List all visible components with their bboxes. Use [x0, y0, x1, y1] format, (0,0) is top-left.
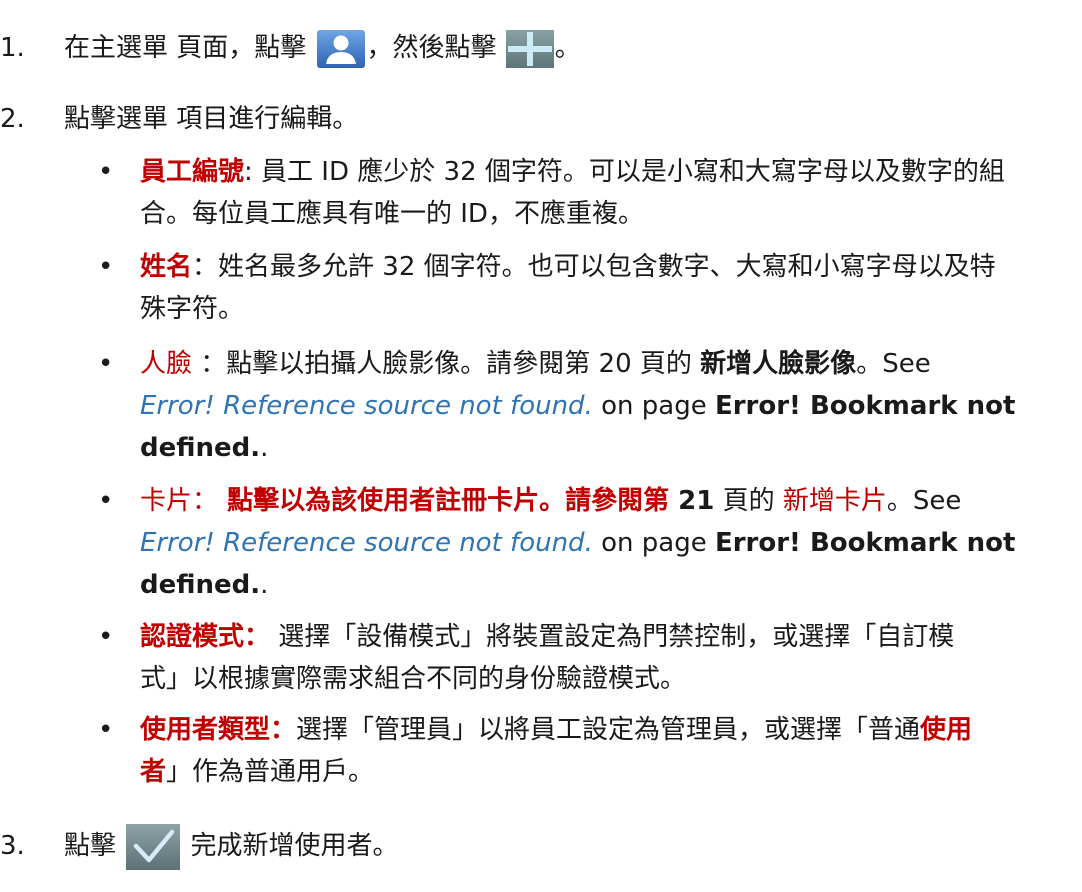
- bullet-line: 認證模式： 選擇「設備模式」將裝置設定為門禁控制，或選擇「自訂模: [140, 616, 1082, 658]
- broken-reference-link[interactable]: Error! Reference source not found.: [140, 391, 593, 421]
- page-number: 21: [678, 486, 715, 516]
- broken-bookmark: Error! Bookmark not: [714, 391, 1016, 421]
- bullet-text: 選擇「設備模式」將裝置設定為門禁控制，或選擇「自訂模: [270, 622, 955, 652]
- bullet-line: 卡片： 點擊以為該使用者註冊卡片。請參閱第 21 頁的 新增卡片。See: [140, 480, 1082, 522]
- bullet-text: .: [260, 570, 269, 600]
- step-3-text-a: 點擊: [64, 831, 125, 861]
- bullet-dot: •: [98, 349, 114, 379]
- bullet-text: 。See: [856, 349, 931, 379]
- bullet-text: : 員工 ID 應少於 32 個字符。可以是小寫和大寫字母以及數字的組: [244, 157, 1005, 187]
- bullet-body: 使用者類型：選擇「管理員」以將員工設定為管理員，或選擇「普通使用 者」作為普通用…: [140, 709, 1082, 793]
- bullet-line: 者」作為普通用戶。: [140, 751, 1082, 793]
- step-text: 在主選單 頁面，點擊 ，然後點擊 。: [64, 22, 581, 74]
- bullet-label: 員工編號: [140, 157, 245, 187]
- cross-reference-title: 新增人臉影像: [700, 349, 857, 379]
- manual-page: 1. 在主選單 頁面，點擊 ，然後點擊 。 2. 點擊選單 項目進行編輯。 • …: [0, 0, 1082, 885]
- bullet-text: 」作為普通用戶。: [166, 757, 375, 787]
- bullet-label: 使用者類型：: [140, 715, 297, 745]
- bullet-body: 認證模式： 選擇「設備模式」將裝置設定為門禁控制，或選擇「自訂模 式」以根據實際…: [140, 616, 1082, 700]
- bullet-line: 人臉 ：點擊以拍攝人臉影像。請參閱第 20 頁的 新增人臉影像。See: [140, 343, 1082, 385]
- step-text: 點擊選單 項目進行編輯。: [64, 104, 359, 134]
- user-icon: [315, 28, 367, 70]
- bullet-line: 式」以根據實際需求組合不同的身份驗證模式。: [140, 664, 687, 694]
- bullet-text: ：點擊以拍攝人臉影像。請參閱第 20 頁的: [192, 349, 701, 379]
- bullet-line: defined..: [140, 564, 1082, 606]
- step-number: 2.: [0, 104, 25, 134]
- bullet-text: ：姓名最多允許 32 個字符。也可以包含數字、大寫和小寫字母以及特: [192, 252, 996, 282]
- bullet-label: 姓名: [140, 252, 193, 282]
- bullet-text: 選擇「管理員」以將員工設定為管理員，或選擇「普通: [296, 715, 921, 745]
- bullet-line: Error! Reference source not found. on pa…: [140, 385, 1082, 427]
- bullet-label: 卡片：: [140, 486, 219, 516]
- bullet-text: 點擊以為該使用者註冊卡片。請參閱第: [218, 486, 679, 516]
- broken-bookmark: Error! Bookmark not: [714, 528, 1016, 558]
- bullet-dot: •: [98, 486, 114, 516]
- bullet-text: on page: [592, 528, 715, 558]
- bullet-dot: •: [98, 715, 114, 745]
- step-1-text-a: 在主選單 頁面，點擊: [64, 33, 315, 63]
- bullet-line: 使用者類型：選擇「管理員」以將員工設定為管理員，或選擇「普通使用: [140, 709, 1082, 751]
- broken-bookmark-end: defined.: [140, 570, 261, 600]
- bullet-body: 人臉 ：點擊以拍攝人臉影像。請參閱第 20 頁的 新增人臉影像。See Erro…: [140, 343, 1082, 469]
- plus-icon: [505, 28, 555, 70]
- step-number: 1.: [0, 33, 25, 63]
- bullet-line: 員工編號: 員工 ID 應少於 32 個字符。可以是小寫和大寫字母以及數字的組: [140, 151, 1082, 193]
- broken-reference-link[interactable]: Error! Reference source not found.: [140, 528, 593, 558]
- bullet-label: 認證模式：: [140, 622, 271, 652]
- step-text: 點擊 完成新增使用者。: [64, 818, 399, 874]
- bullet-dot: •: [98, 157, 114, 187]
- bullet-body: 姓名：姓名最多允許 32 個字符。也可以包含數字、大寫和小寫字母以及特 殊字符。: [140, 246, 1082, 330]
- step-1-text-b: ，然後點擊: [366, 33, 505, 63]
- bullet-text-emphasis: 者: [140, 757, 167, 787]
- bullet-text-emphasis: 使用: [920, 715, 973, 745]
- bullet-text: 。See: [886, 486, 962, 516]
- step-1-text-c: 。: [554, 33, 581, 63]
- bullet-body: 員工編號: 員工 ID 應少於 32 個字符。可以是小寫和大寫字母以及數字的組 …: [140, 151, 1082, 235]
- bullet-line: 姓名：姓名最多允許 32 個字符。也可以包含數字、大寫和小寫字母以及特: [140, 246, 1082, 288]
- step-number: 3.: [0, 831, 25, 861]
- bullet-dot: •: [98, 252, 114, 282]
- bullet-body: 卡片： 點擊以為該使用者註冊卡片。請參閱第 21 頁的 新增卡片。See Err…: [140, 480, 1082, 606]
- cross-reference-title: 新增卡片: [782, 486, 887, 516]
- bullet-line: defined..: [140, 427, 1082, 469]
- broken-bookmark-end: defined.: [140, 433, 261, 463]
- bullet-line: 合。每位員工應具有唯一的 ID，不應重複。: [140, 199, 644, 229]
- bullet-label: 人臉: [140, 349, 193, 379]
- bullet-line: Error! Reference source not found. on pa…: [140, 522, 1082, 564]
- bullet-line: 殊字符。: [140, 294, 245, 324]
- bullet-text: 頁的: [714, 486, 783, 516]
- check-icon: [124, 822, 182, 872]
- bullet-dot: •: [98, 622, 114, 652]
- bullet-text: on page: [592, 391, 715, 421]
- step-3-text-b: 完成新增使用者。: [182, 831, 399, 861]
- bullet-text: .: [260, 433, 269, 463]
